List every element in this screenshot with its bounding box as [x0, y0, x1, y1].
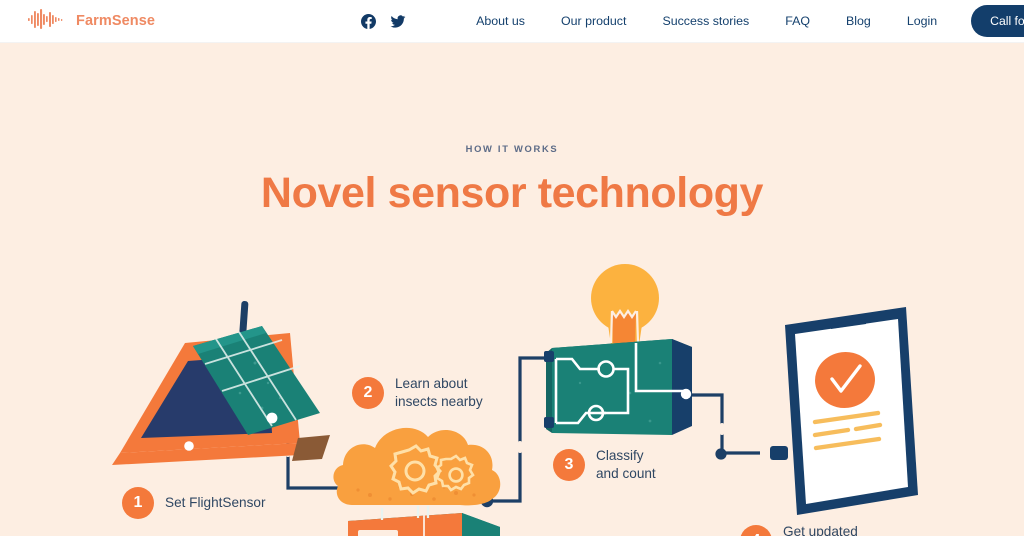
brand-logo[interactable]: FarmSense	[28, 8, 156, 34]
twitter-icon[interactable]	[390, 14, 406, 29]
cloud-gears	[333, 427, 501, 506]
facebook-icon[interactable]	[361, 13, 377, 29]
classify-circuit-box	[544, 339, 692, 435]
brand-name: FarmSense	[76, 13, 156, 29]
step-2-badge: 2	[352, 377, 384, 410]
flight-sensor-tent	[112, 301, 330, 465]
step-1: 1 Set FlightSensor	[122, 487, 266, 519]
main-nav: About us Our product Success stories FAQ…	[476, 14, 937, 28]
lightbulb	[591, 264, 659, 345]
step-3: 3 Classify and count	[553, 447, 656, 483]
server-box	[348, 506, 500, 536]
social-links	[361, 13, 406, 29]
phone	[770, 307, 918, 515]
site-header: FarmSense About us Our product Success s…	[0, 0, 1024, 43]
step-4-badge: 4	[740, 525, 772, 536]
step-4: 4 Get updated on your phone	[740, 523, 870, 536]
step-3-label: Classify and count	[596, 448, 656, 482]
nav-item-our-product[interactable]: Our product	[561, 14, 626, 28]
step-1-label: Set FlightSensor	[165, 494, 266, 510]
nav-item-about-us[interactable]: About us	[476, 14, 525, 28]
step-2: 2 Learn about insects nearby	[352, 375, 483, 411]
nav-item-success-stories[interactable]: Success stories	[662, 14, 749, 28]
how-it-works-section: HOW IT WORKS Novel sensor technology 1 S…	[0, 43, 1024, 536]
nav-item-login[interactable]: Login	[907, 14, 937, 28]
step-4-label: Get updated on your phone	[783, 524, 858, 536]
call-for-demo-button[interactable]: Call for a demo	[971, 5, 1024, 37]
step-1-badge: 1	[122, 487, 154, 519]
waveform-icon	[28, 8, 68, 34]
step-3-badge: 3	[553, 449, 585, 482]
process-illustration	[0, 43, 1024, 536]
nav-item-faq[interactable]: FAQ	[785, 14, 810, 28]
nav-item-blog[interactable]: Blog	[846, 14, 871, 28]
step-2-label: Learn about insects nearby	[395, 376, 483, 410]
